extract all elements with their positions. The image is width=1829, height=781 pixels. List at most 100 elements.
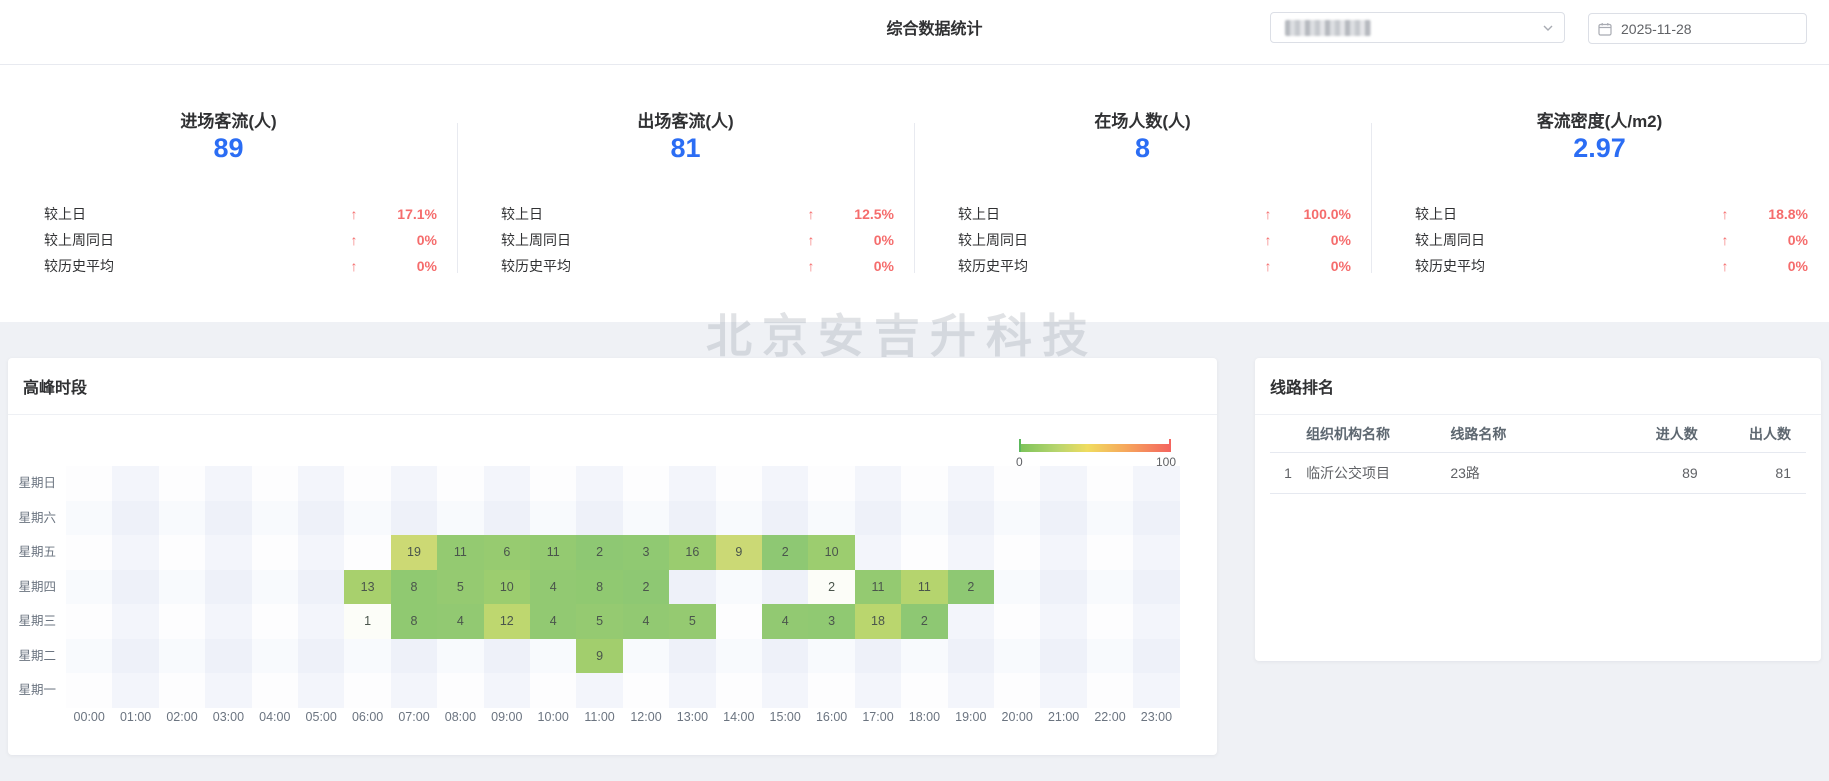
org-select[interactable]: [1270, 12, 1565, 43]
heatmap-empty-cell: [808, 500, 855, 535]
table-row[interactable]: 1 临沂公交项目 23路 89 81: [1270, 452, 1806, 494]
kpi-row-pct: 0%: [1787, 232, 1808, 248]
up-arrow-icon: ↑: [1264, 232, 1272, 248]
kpi-row: 较上日 ↑ 100.0%: [914, 201, 1371, 227]
x-axis-label-hour: 05:00: [305, 710, 337, 724]
heatmap-empty-cell: [576, 500, 623, 535]
kpi-row: 较历史平均 ↑ 0%: [0, 253, 457, 279]
heatmap-empty-cell: [762, 569, 809, 604]
x-axis-label-hour: 01:00: [119, 710, 152, 724]
peak-hours-panel: 高峰时段 0 100 星期日 星期六 星期五 星期四 星期三 星期二 星期一 00:00 01:…: [8, 358, 1217, 755]
x-axis-label-hour: 14:00: [723, 710, 755, 724]
heatmap-empty-cell: [1133, 673, 1180, 708]
kpi-section: 进场客流(人) 89 较上日 ↑ 17.1% 较上周同日 ↑ 0% 较历史平均 ↑ 0% 出…: [0, 65, 1829, 322]
x-axis-label-hour: 06:00: [351, 710, 384, 724]
heatmap-empty-cell: [669, 569, 716, 604]
heatmap-empty-cell: [1040, 500, 1087, 535]
heatmap-empty-cell: [251, 569, 298, 604]
kpi-row-pct: 0%: [873, 232, 894, 248]
x-axis-label-hour: 13:00: [676, 710, 709, 724]
heatmap-empty-cell: [715, 500, 762, 535]
heatmap-empty-cell: [66, 604, 113, 639]
kpi-row-label: 较上周同日: [501, 232, 571, 248]
heatmap-empty-cell: [66, 500, 113, 535]
heatmap-empty-cell: [808, 673, 855, 708]
kpi-row-pct: 0%: [416, 258, 437, 274]
heatmap-empty-cell: [994, 535, 1041, 570]
heatmap-empty-cell: [1133, 638, 1180, 673]
chevron-down-icon: [1543, 25, 1553, 31]
up-arrow-icon: ↑: [1721, 258, 1729, 274]
heatmap-empty-cell: [158, 638, 206, 673]
heatmap-empty-cell: [901, 638, 948, 673]
x-axis-label-hour: 09:00: [491, 710, 523, 724]
heatmap-empty-cell: [298, 569, 345, 604]
out-count-cell: 81: [1697, 452, 1806, 494]
org-cell: 临沂公交项目: [1306, 452, 1451, 494]
heatmap-empty-cell: [1086, 604, 1134, 639]
heatmap-color-legend[interactable]: [1019, 439, 1171, 452]
x-axis-label-hour: 00:00: [73, 710, 105, 724]
heatmap-empty-cell: [437, 673, 484, 708]
heatmap-empty-cell: [1040, 466, 1087, 501]
heatmap-value-cell: 2: [762, 535, 809, 570]
kpi-row: 较历史平均 ↑ 0%: [1371, 253, 1828, 279]
heatmap-empty-cell: [158, 466, 206, 501]
heatmap-empty-cell: [994, 466, 1041, 501]
heatmap-empty-cell: [158, 673, 206, 708]
heatmap-empty-cell: [622, 466, 670, 501]
heatmap-value-cell: 19: [390, 535, 438, 570]
heatmap-empty-cell: [298, 500, 345, 535]
kpi-row-label: 较历史平均: [44, 258, 114, 274]
heatmap-empty-cell: [205, 535, 252, 570]
x-axis-label-hour: 08:00: [444, 710, 477, 724]
heatmap-empty-cell: [854, 535, 902, 570]
kpi-card-present-count: 在场人数(人) 8 较上日 ↑ 100.0% 较上周同日 ↑ 0% 较历史平均 ↑ 0%: [914, 65, 1371, 322]
y-axis-label-day: 星期二: [18, 648, 56, 663]
kpi-title: 在场人数(人): [1094, 112, 1191, 131]
kpi-card-exit-flow: 出场客流(人) 81 较上日 ↑ 12.5% 较上周同日 ↑ 0% 较历史平均 ↑ 0%: [457, 65, 914, 322]
heatmap-value-cell: 4: [762, 604, 809, 639]
kpi-row: 较上周同日 ↑ 0%: [914, 227, 1371, 253]
top-bar: 综合数据统计 2025-11-28: [0, 0, 1829, 65]
kpi-row-label: 较上日: [44, 206, 86, 222]
kpi-row-label: 较上周同日: [1415, 232, 1485, 248]
heatmap-empty-cell: [530, 500, 577, 535]
kpi-card-density: 客流密度(人/m2) 2.97 较上日 ↑ 18.8% 较上周同日 ↑ 0% 较历史平均…: [1371, 65, 1828, 322]
line-cell: 23路: [1450, 452, 1626, 494]
heatmap-empty-cell: [158, 604, 206, 639]
x-axis-label-hour: 12:00: [630, 710, 662, 724]
heatmap-empty-cell: [66, 638, 113, 673]
heatmap-value-cell: 8: [576, 569, 623, 604]
heatmap-empty-cell: [251, 673, 298, 708]
heatmap-empty-cell: [112, 535, 159, 570]
heatmap-empty-cell: [205, 673, 252, 708]
heatmap-value-cell: 9: [576, 638, 623, 673]
kpi-row-pct: 0%: [873, 258, 894, 274]
legend-max-tick: [1169, 439, 1171, 452]
x-axis-label-hour: 19:00: [955, 710, 987, 724]
heatmap-empty-cell: [762, 638, 809, 673]
x-axis-label-hour: 10:00: [537, 710, 569, 724]
heatmap-empty-cell: [66, 466, 113, 501]
heatmap-empty-cell: [854, 638, 902, 673]
heatmap-empty-cell: [994, 638, 1041, 673]
kpi-row-label: 较历史平均: [501, 258, 571, 274]
heatmap-value-cell: 8: [390, 604, 438, 639]
heatmap-empty-cell: [483, 673, 530, 708]
x-axis-label-hour: 02:00: [166, 710, 198, 724]
kpi-row-label: 较历史平均: [1415, 258, 1485, 274]
date-picker[interactable]: 2025-11-28: [1588, 13, 1807, 44]
heatmap-value-cell: 5: [576, 604, 623, 639]
kpi-row-pct: 0%: [1330, 232, 1351, 248]
heatmap-value-cell: 4: [530, 569, 577, 604]
y-axis-label-day: 星期六: [18, 510, 56, 525]
x-axis-label-hour: 15:00: [769, 710, 801, 724]
heatmap-empty-cell: [344, 500, 391, 535]
y-axis-label-day: 星期三: [18, 614, 56, 628]
up-arrow-icon: ↑: [807, 232, 815, 248]
heatmap-empty-cell: [66, 673, 113, 708]
heatmap-empty-cell: [66, 535, 113, 570]
heatmap-value-cell: 12: [483, 604, 530, 639]
kpi-row: 较历史平均 ↑ 0%: [914, 253, 1371, 279]
